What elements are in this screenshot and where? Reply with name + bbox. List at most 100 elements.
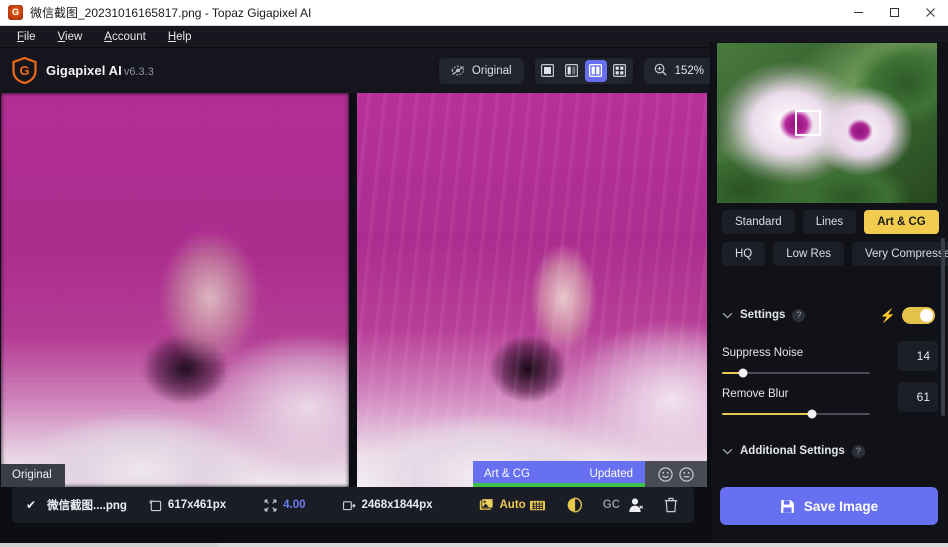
remove-blur-value[interactable]: 61 (898, 382, 938, 412)
zoom-level-value: 152% (674, 64, 704, 77)
view-mode-split[interactable] (561, 60, 583, 82)
menu-label-help-rest: elp (176, 30, 192, 43)
stacked-photos-icon (479, 498, 494, 512)
lightning-bolt-icon: ⚡ (879, 307, 896, 323)
auto-mode-group[interactable]: Auto (479, 498, 526, 512)
resize-arrows-icon (264, 499, 277, 512)
settings-title: Settings (740, 309, 786, 321)
title-bar-left: G 微信截图_20231016165817.png - Topaz Gigapi… (0, 4, 840, 21)
panel-scrollbar[interactable] (941, 238, 945, 416)
viewport-indicator[interactable] (795, 110, 821, 136)
navigator-thumbnail[interactable] (717, 43, 937, 203)
feedback-faces (645, 461, 707, 487)
model-hq[interactable]: HQ (722, 242, 766, 266)
file-info-bar: ✔ 微信截图....png 617x461px 4.00 2468x1844px… (12, 487, 694, 523)
menu-item-account[interactable]: Account (93, 29, 157, 45)
scale-group[interactable]: 4.00 (264, 499, 306, 512)
brand: G Gigapixel AI v6.3.3 (0, 57, 154, 84)
maximize-button[interactable] (876, 0, 912, 26)
save-image-label: Save Image (803, 498, 879, 514)
settings-panel: Standard Lines Art & CG HQ Low Res Very … (710, 42, 948, 547)
chevron-down-icon[interactable] (722, 312, 733, 319)
suppress-noise-slider[interactable] (722, 368, 870, 378)
brand-version: v6.3.3 (123, 66, 154, 78)
topaz-shield-icon: G (8, 5, 23, 20)
close-button[interactable] (912, 0, 948, 26)
window-controls (840, 0, 948, 26)
file-selected-checkmark[interactable]: ✔ (26, 498, 36, 512)
model-selector: Standard Lines Art & CG HQ Low Res Very … (711, 210, 948, 274)
file-name: 微信截图....png (47, 500, 127, 512)
remove-blur-handle[interactable] (807, 409, 817, 419)
model-lines[interactable]: Lines (802, 210, 857, 234)
original-image-viewer[interactable]: Original (1, 93, 349, 487)
source-size-value: 617x461px (167, 499, 227, 511)
processed-model-name: Art & CG (484, 468, 531, 480)
person-icon[interactable] (628, 497, 644, 513)
view-mode-grid[interactable] (609, 60, 631, 82)
chevron-down-icon[interactable] (722, 448, 733, 455)
menu-label-account-rest: ccount (111, 30, 146, 43)
auto-mode-label: Auto (499, 499, 526, 511)
output-size-value: 2468x1844px (361, 499, 433, 511)
gc-label[interactable]: GC (603, 499, 620, 511)
eye-off-icon (451, 65, 465, 76)
bottom-edge-seam (0, 543, 218, 547)
model-standard[interactable]: Standard (722, 210, 795, 234)
original-badge: Original (1, 464, 65, 487)
settings-auto-controls: ⚡ (879, 306, 935, 324)
minimize-button[interactable] (840, 0, 876, 26)
suppress-noise-value[interactable]: 14 (898, 341, 938, 371)
magnifier-plus-icon (654, 63, 667, 79)
gigapixel-app-window: G 微信截图_20231016165817.png - Topaz Gigapi… (0, 0, 948, 547)
window-bottom-edge (0, 543, 948, 547)
model-art-and-cg[interactable]: Art & CG (864, 210, 939, 234)
neutral-face-icon[interactable] (679, 466, 694, 482)
compare-original-button[interactable]: Original (438, 57, 524, 84)
model-row-secondary: HQ Low Res Very Compressed (722, 242, 948, 266)
export-size-icon (342, 499, 356, 512)
image-comparison-area: Original Art & CG Updated (0, 93, 710, 487)
settings-help-icon[interactable]: ? (792, 308, 806, 322)
original-image-canvas[interactable] (1, 93, 349, 487)
view-mode-side-by-side[interactable] (584, 59, 607, 82)
compare-original-label: Original (471, 64, 512, 77)
trash-icon[interactable] (664, 497, 678, 513)
floppy-disk-icon (780, 499, 795, 514)
processed-status-text: Updated (589, 468, 633, 480)
model-very-compressed[interactable]: Very Compressed (852, 242, 948, 266)
brand-name: Gigapixel AI (46, 63, 122, 78)
menu-item-help[interactable]: Help (157, 29, 203, 45)
window-title: 微信截图_20231016165817.png - Topaz Gigapixe… (30, 6, 312, 20)
smiley-face-icon[interactable] (658, 466, 673, 482)
crop-icon[interactable] (529, 498, 546, 513)
additional-settings-header[interactable]: Additional Settings ? (711, 440, 948, 462)
processed-image-canvas[interactable] (357, 93, 707, 487)
remove-blur-slider[interactable] (722, 409, 870, 419)
save-image-button[interactable]: Save Image (720, 487, 938, 525)
menu-item-view[interactable]: View (47, 29, 94, 45)
viewer-divider (349, 93, 357, 487)
gigapixel-logo-icon: G (12, 57, 37, 84)
suppress-noise-control: Suppress Noise 14 (711, 341, 948, 378)
processed-image-viewer[interactable]: Art & CG Updated (357, 93, 707, 487)
suppress-noise-handle[interactable] (738, 368, 748, 378)
file-tools: GC (529, 497, 694, 513)
source-size-group: 617x461px (149, 499, 226, 512)
remove-blur-fill (722, 413, 813, 415)
view-mode-segmented-control (534, 57, 633, 84)
menu-label-file-rest: ile (24, 30, 36, 43)
processed-status-bar: Art & CG Updated (473, 461, 707, 487)
menu-item-file[interactable]: File (6, 29, 47, 45)
additional-settings-help-icon[interactable]: ? (851, 444, 865, 458)
face-recovery-icon[interactable] (566, 497, 583, 513)
view-mode-single[interactable] (537, 60, 559, 82)
settings-section-header[interactable]: Settings ? ⚡ (711, 304, 948, 326)
image-size-icon (149, 499, 162, 512)
toggle-knob (920, 308, 933, 322)
title-bar: G 微信截图_20231016165817.png - Topaz Gigapi… (0, 0, 948, 26)
pixelation-artifacts (1, 93, 349, 487)
scale-value: 4.00 (283, 499, 306, 511)
model-low-res[interactable]: Low Res (773, 242, 844, 266)
auto-settings-toggle[interactable] (902, 306, 935, 324)
